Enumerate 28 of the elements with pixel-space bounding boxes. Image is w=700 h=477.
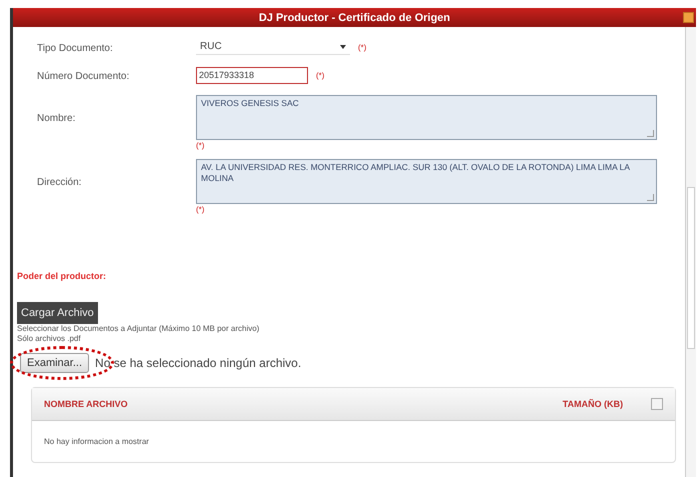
required-mark: (*) [316, 71, 324, 80]
required-mark: (*) [196, 141, 204, 150]
file-status: No se ha seleccionado ningún archivo. [95, 356, 302, 370]
required-mark: (*) [196, 205, 204, 214]
required-mark: (*) [358, 42, 366, 52]
column-header: NOMBRE ARCHIVO [44, 399, 129, 409]
section-title: Poder del productor: [17, 271, 108, 281]
resize-icon[interactable] [647, 130, 654, 137]
text-area[interactable]: VIVEROS GENESIS SAC [196, 95, 657, 140]
resize-icon[interactable] [647, 194, 654, 201]
field-label: Número Documento: [36, 70, 130, 84]
dialog-title: DJ Productor - Certificado de Origen [258, 12, 450, 24]
hint-text: Sólo archivos .pdf [17, 334, 82, 344]
field-label: Nombre: [36, 112, 76, 124]
browse-button[interactable]: Examinar... [20, 353, 90, 373]
field-label: Tipo Documento: [36, 42, 114, 56]
text-area[interactable]: AV. LA UNIVERSIDAD RES. MONTERRICO AMPLIAC. SUR 130 (ALT. OVALO DE LA ROTONDA) LIMA LIMA LA MOLINA [196, 159, 657, 204]
column-header: TAMAÑO (KB) [562, 399, 623, 409]
scrollbar[interactable] [685, 27, 696, 477]
field-label: Dirección: [36, 176, 82, 188]
hint-text: Seleccionar los Documentos a Adjuntar (Máximo 10 MB por archivo) [17, 324, 260, 334]
select-field[interactable]: RUC [196, 39, 350, 55]
close-icon[interactable] [683, 12, 694, 23]
checkbox[interactable] [651, 398, 663, 410]
input-field[interactable]: 20517933318 [196, 67, 308, 84]
caret-icon [340, 44, 346, 48]
upload-button[interactable]: Cargar Archivo [17, 302, 98, 324]
empty-message: No hay informacion a mostrar [43, 436, 150, 448]
